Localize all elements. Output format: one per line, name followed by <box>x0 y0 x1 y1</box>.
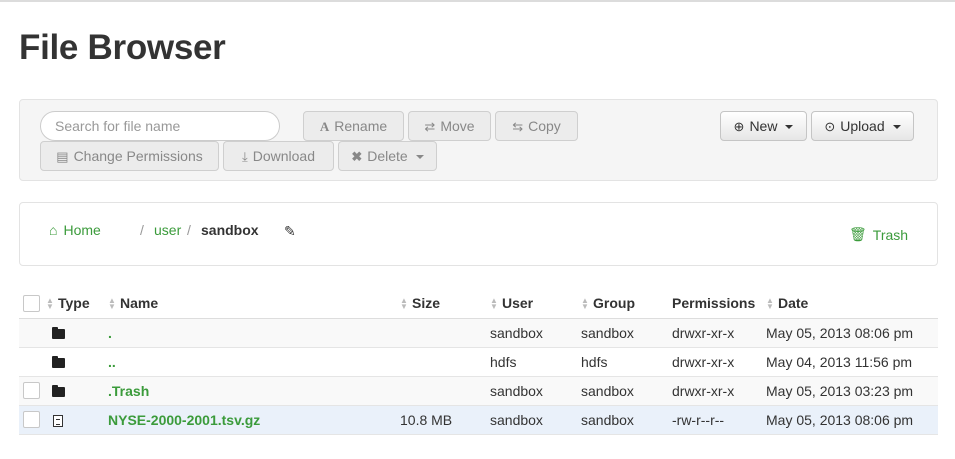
file-date: May 05, 2013 08:06 pm <box>766 405 938 435</box>
folder-icon <box>52 326 65 339</box>
breadcrumb-separator: / <box>187 222 191 238</box>
download-button[interactable]: ⤓ Download <box>223 141 334 171</box>
action-toolbar: A Rename ⇄ Move ⇆ Copy ▤ Change Permissi… <box>19 99 938 181</box>
file-user: hdfs <box>490 347 581 377</box>
upload-label: Upload <box>840 118 885 134</box>
column-header-name[interactable]: ▲ ▼ Name <box>108 288 400 319</box>
delete-button[interactable]: ✖ Delete <box>338 141 437 171</box>
rename-label: Rename <box>334 118 388 134</box>
file-table: ▲ ▼ Type ▲ ▼ Name ▲ ▼ Size ▲ ▼ User ▲ ▼ Group Perm… <box>19 288 938 435</box>
file-name-link[interactable]: NYSE-2000-2001.tsv.gz <box>108 412 260 428</box>
copy-label: Copy <box>528 118 561 134</box>
file-date: May 05, 2013 08:06 pm <box>766 318 938 348</box>
new-label: New <box>749 118 778 134</box>
file-permissions: drwxr-xr-x <box>672 318 766 348</box>
row-checkbox[interactable] <box>23 411 40 429</box>
trash-label: Trash <box>872 226 909 243</box>
sort-icon: ▲ ▼ <box>490 296 498 312</box>
file-user: sandbox <box>490 318 581 348</box>
column-header-user[interactable]: ▲ ▼ User <box>490 288 581 319</box>
file-name-link[interactable]: .Trash <box>108 383 149 399</box>
rename-button[interactable]: A Rename <box>303 111 404 141</box>
file-date: May 05, 2013 03:23 pm <box>766 376 938 406</box>
copy-button[interactable]: ⇆ Copy <box>495 111 578 141</box>
sort-icon: ▲ ▼ <box>400 296 408 312</box>
plus-circle-icon: ⊕ <box>733 118 745 134</box>
file-group: sandbox <box>581 318 672 348</box>
breadcrumb-home-label: Home <box>63 222 101 238</box>
trash-icon: 🗑 <box>849 226 867 242</box>
file-size <box>400 318 490 348</box>
breadcrumb-separator: / <box>140 222 144 238</box>
trash-link[interactable]: 🗑 Trash <box>849 226 908 243</box>
move-button[interactable]: ⇄ Move <box>408 111 491 141</box>
column-header-permissions: Permissions <box>672 288 766 319</box>
upload-button[interactable]: ⊙ Upload <box>811 111 914 141</box>
retweet-icon: ⇆ <box>512 118 524 134</box>
search-input[interactable] <box>40 111 280 141</box>
folder-icon <box>52 384 65 397</box>
sort-icon: ▲ ▼ <box>766 296 774 312</box>
new-button[interactable]: ⊕ New <box>720 111 807 141</box>
file-permissions: drwxr-xr-x <box>672 376 766 406</box>
download-label: Download <box>252 148 315 164</box>
file-size <box>400 347 490 377</box>
upload-circle-icon: ⊙ <box>824 118 836 134</box>
file-permissions: -rw-r--r-- <box>672 405 766 435</box>
caret-down-icon <box>415 154 424 159</box>
shuffle-icon: ⇄ <box>424 118 436 134</box>
table-row[interactable]: . sandbox sandbox drwxr-xr-x May 05, 201… <box>19 318 938 348</box>
file-icon <box>53 414 63 427</box>
move-label: Move <box>440 118 475 134</box>
file-permissions: drwxr-xr-x <box>672 347 766 377</box>
rename-icon: A <box>319 118 330 134</box>
file-group: hdfs <box>581 347 672 377</box>
sort-icon: ▲ ▼ <box>581 296 589 312</box>
breadcrumb: ⌂ Home / user / sandbox ✎ 🗑 Trash <box>19 202 938 266</box>
table-row[interactable]: .Trash sandbox sandbox drwxr-xr-x May 05… <box>19 376 938 406</box>
caret-down-icon <box>892 124 901 129</box>
breadcrumb-home-link[interactable]: ⌂ Home <box>49 222 101 238</box>
sort-icon: ▲ ▼ <box>46 296 54 312</box>
caret-down-icon <box>785 124 794 129</box>
close-icon: ✖ <box>351 148 363 164</box>
row-checkbox[interactable] <box>23 382 40 400</box>
file-size: 10.8 MB <box>400 405 490 435</box>
change-permissions-button[interactable]: ▤ Change Permissions <box>40 141 219 171</box>
table-row[interactable]: NYSE-2000-2001.tsv.gz 10.8 MB sandbox sa… <box>19 405 938 435</box>
file-group: sandbox <box>581 376 672 406</box>
select-all-checkbox[interactable] <box>23 294 40 312</box>
delete-label: Delete <box>367 148 408 164</box>
file-size <box>400 376 490 406</box>
file-name-link[interactable]: .. <box>108 354 116 370</box>
folder-icon <box>52 355 65 368</box>
breadcrumb-current: sandbox <box>201 222 259 238</box>
download-icon: ⤓ <box>241 148 248 164</box>
file-user: sandbox <box>490 376 581 406</box>
table-row[interactable]: .. hdfs hdfs drwxr-xr-x May 04, 2013 11:… <box>19 347 938 377</box>
page-title: File Browser <box>19 28 226 67</box>
list-alt-icon: ▤ <box>56 148 69 164</box>
change-permissions-label: Change Permissions <box>73 148 203 164</box>
pencil-icon[interactable]: ✎ <box>284 223 296 240</box>
column-header-type[interactable]: ▲ ▼ Type <box>46 288 108 319</box>
sort-icon: ▲ ▼ <box>108 296 116 312</box>
column-header-date[interactable]: ▲ ▼ Date <box>766 288 938 319</box>
home-icon: ⌂ <box>49 222 58 238</box>
breadcrumb-user-link[interactable]: user <box>154 222 181 238</box>
column-header-group[interactable]: ▲ ▼ Group <box>581 288 672 319</box>
file-date: May 04, 2013 11:56 pm <box>766 347 938 377</box>
table-header-row: ▲ ▼ Type ▲ ▼ Name ▲ ▼ Size ▲ ▼ User ▲ ▼ Group Perm… <box>19 288 938 319</box>
file-user: sandbox <box>490 405 581 435</box>
file-name-link[interactable]: . <box>108 325 112 341</box>
column-header-size[interactable]: ▲ ▼ Size <box>400 288 490 319</box>
file-group: sandbox <box>581 405 672 435</box>
